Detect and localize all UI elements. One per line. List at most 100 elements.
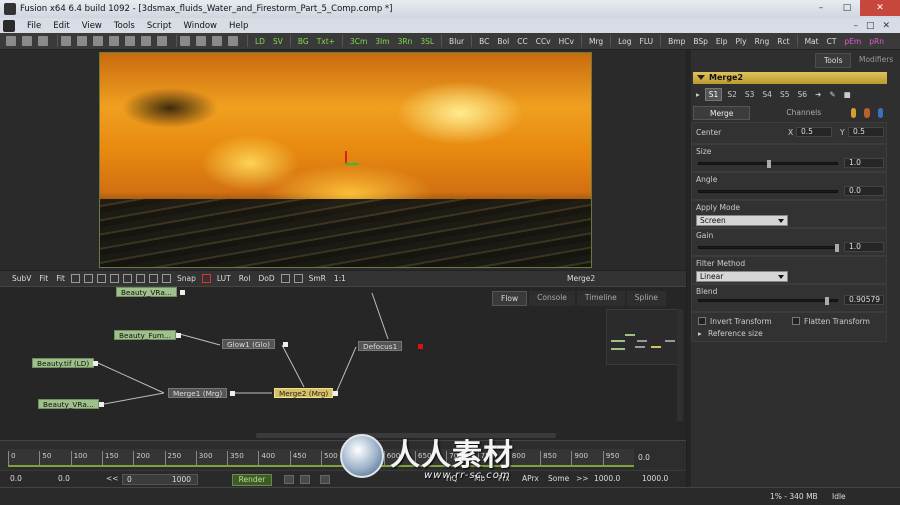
curve-tool-icon[interactable] (71, 274, 80, 283)
tool-button-3rn[interactable]: 3Rn (394, 37, 417, 46)
apply-mode-dropdown[interactable]: Screen (696, 215, 788, 226)
subview-button[interactable]: SubV (8, 274, 35, 283)
go-start-button[interactable] (284, 475, 294, 484)
arrow-right-icon[interactable]: ➜ (812, 89, 824, 100)
layout-single-icon[interactable] (180, 36, 190, 46)
text-tool-icon[interactable] (149, 274, 158, 283)
node-beauty-fume[interactable]: Beauty_Fum... (114, 330, 176, 340)
tool-button-bc[interactable]: BC (475, 37, 493, 46)
redo-icon[interactable] (141, 36, 151, 46)
gain-slider[interactable] (698, 244, 839, 252)
global-start[interactable]: 0.0 (10, 474, 22, 483)
menu-help[interactable]: Help (223, 21, 254, 31)
dod-button[interactable]: DoD (254, 274, 278, 283)
menu-edit[interactable]: Edit (47, 21, 75, 31)
tool-button-3sl[interactable]: 3SL (416, 37, 438, 46)
tab-channels[interactable]: Channels (770, 106, 837, 120)
angle-field[interactable]: 0.0 (844, 186, 884, 196)
tool-button-rct[interactable]: Rct (773, 37, 793, 46)
viewer-image[interactable] (99, 52, 592, 268)
size-slider[interactable] (698, 160, 838, 168)
collapse-icon[interactable] (697, 75, 705, 80)
rectangle-tool-icon[interactable] (123, 274, 132, 283)
mb-button[interactable]: Mb (474, 474, 485, 483)
close-button[interactable]: ✕ (860, 0, 900, 16)
node-beauty-vray-top[interactable]: Beauty_VRa... (116, 287, 177, 297)
layout-split-icon[interactable] (196, 36, 206, 46)
minimize-button[interactable]: – (808, 0, 834, 16)
version-s6[interactable]: S6 (795, 89, 811, 100)
node-defocus1[interactable]: Defocus1 (358, 341, 403, 351)
tool-button-flu[interactable]: FLU (636, 37, 658, 46)
doc-close-button[interactable]: ✕ (882, 21, 890, 31)
lock-icon[interactable] (280, 274, 290, 283)
tab-modifiers[interactable]: Modifiers (851, 53, 900, 66)
hq-button[interactable]: HQ (446, 474, 458, 483)
size-field[interactable]: 1.0 (844, 158, 884, 168)
version-s3[interactable]: S3 (742, 89, 758, 100)
menu-tools[interactable]: Tools (108, 21, 141, 31)
version-s4[interactable]: S4 (759, 89, 775, 100)
undo-icon[interactable] (125, 36, 135, 46)
node-merge1[interactable]: Merge1 (Mrg) (168, 388, 228, 398)
circle-tool-icon[interactable] (136, 274, 145, 283)
pin-icon[interactable]: ▸ (693, 89, 703, 100)
menu-script[interactable]: Script (141, 21, 178, 31)
cut-icon[interactable] (61, 36, 71, 46)
tool-button-prn[interactable]: pRn (865, 37, 888, 46)
node-merge2[interactable]: Merge2 (Mrg) (274, 388, 334, 398)
flow-navigator[interactable] (606, 309, 678, 365)
tab-flow[interactable]: Flow (492, 291, 528, 306)
tab-tools[interactable]: Tools (815, 53, 852, 68)
tool-header[interactable]: Merge2 (693, 72, 887, 84)
blend-slider[interactable] (698, 297, 838, 305)
tab-timeline[interactable]: Timeline (576, 291, 625, 306)
roi-button[interactable]: RoI (235, 274, 255, 283)
menu-window[interactable]: Window (177, 21, 223, 31)
lut-button[interactable]: LUT (213, 274, 235, 283)
invert-transform-checkbox[interactable] (698, 317, 706, 325)
tool-button-hcv[interactable]: HCv (555, 37, 578, 46)
render-end[interactable]: 1000.0 (594, 474, 620, 483)
doc-minimize-button[interactable]: – (853, 21, 858, 31)
tool-button-ccv[interactable]: CCv (532, 37, 555, 46)
tool-button-rng[interactable]: Rng (751, 37, 774, 46)
flow-scrollbar-vertical[interactable] (677, 309, 683, 421)
tool-button-elp[interactable]: Elp (712, 37, 732, 46)
range-field[interactable]: 0 1000 (122, 474, 198, 485)
node-beauty-tif[interactable]: Beauty.tif (LD) (32, 358, 95, 368)
tool-button-txt[interactable]: Txt+ (313, 37, 339, 46)
fit-button-2[interactable]: Fit (52, 274, 69, 283)
flow-scrollbar-horizontal[interactable] (256, 433, 556, 438)
tool-button-sv[interactable]: SV (269, 37, 287, 46)
node-beauty-vray[interactable]: Beauty_VRa... (38, 399, 99, 409)
tool-button-bsp[interactable]: BSp (689, 37, 712, 46)
maximize-button[interactable]: □ (834, 0, 860, 16)
center-y-field[interactable]: 0.5 (848, 127, 884, 137)
gear-icon[interactable] (864, 108, 870, 118)
reference-size-label[interactable]: Reference size (708, 329, 763, 338)
aprx-button[interactable]: APrx (522, 474, 539, 483)
tool-button-pem[interactable]: pEm (840, 37, 865, 46)
eyedropper-icon[interactable]: ✎ (826, 89, 838, 100)
tab-console[interactable]: Console (529, 291, 575, 306)
layout-quad-icon[interactable] (228, 36, 238, 46)
copy-icon[interactable] (77, 36, 87, 46)
version-s2[interactable]: S2 (724, 89, 740, 100)
smr-button[interactable]: SmR (305, 274, 330, 283)
play-reverse-button[interactable] (320, 475, 330, 484)
tool-button-log[interactable]: Log (614, 37, 635, 46)
delete-icon[interactable] (109, 36, 119, 46)
blend-field[interactable]: 0.90579 (844, 295, 884, 305)
render-button[interactable]: Render (232, 474, 272, 486)
tool-button-ply[interactable]: Ply (732, 37, 751, 46)
ruler[interactable]: 0 50 100 150 200 250 300 350 400 450 500 550 600 650 7… (8, 449, 634, 467)
tool-button-ld[interactable]: LD (251, 37, 269, 46)
fit-button-1[interactable]: Fit (35, 274, 52, 283)
paste-icon[interactable] (93, 36, 103, 46)
angle-slider[interactable] (698, 190, 838, 193)
version-s1[interactable]: S1 (704, 88, 723, 101)
filter-method-dropdown[interactable]: Linear (696, 271, 788, 282)
some-button[interactable]: Some (548, 474, 569, 483)
tool-button-mat[interactable]: Mat (801, 37, 823, 46)
